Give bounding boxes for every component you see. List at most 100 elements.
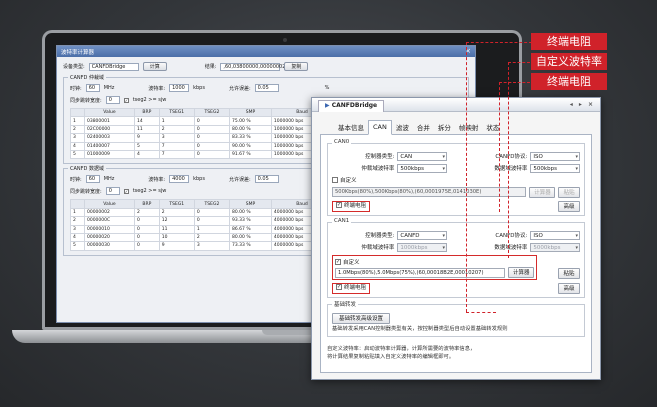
sjw-input-2[interactable]: 0: [105, 187, 120, 196]
baud-input-2[interactable]: 4000: [169, 175, 190, 184]
can0-calc-button[interactable]: 计算器: [529, 186, 556, 198]
tseg-checkbox-2[interactable]: ✓: [123, 188, 129, 194]
can1-calc-button[interactable]: 计算器: [508, 267, 534, 278]
chevron-down-icon: ▾: [442, 232, 446, 239]
window-controls-icon[interactable]: ◂ ▸ ×: [570, 101, 595, 108]
tolerance-input[interactable]: 0.05: [254, 84, 279, 92]
can0-custom-input[interactable]: 500Kbps(80%),500Kbps(80%),(60,0001975E,0…: [332, 187, 527, 197]
can0-advanced-button[interactable]: 高级: [558, 200, 580, 212]
table-cell: 80.00 %: [229, 232, 272, 243]
tab-0[interactable]: 基本信息: [334, 120, 368, 134]
can0-proto-select[interactable]: ISO ▾: [530, 151, 580, 161]
mhz-unit: MHz: [103, 85, 115, 91]
tab-1[interactable]: CAN: [368, 120, 392, 135]
tolerance-input-2[interactable]: 0.05: [254, 175, 279, 184]
clock-label: 时钟:: [70, 85, 82, 92]
table-header-cell[interactable]: TSEG2: [193, 107, 231, 118]
chevron-down-icon: ▾: [442, 153, 446, 160]
tab-2[interactable]: 滤波: [392, 120, 413, 134]
table-cell: 4: [133, 149, 160, 160]
tab-4[interactable]: 拆分: [434, 120, 455, 134]
chevron-down-icon: ▾: [442, 165, 446, 172]
sjw-label-2: 同步跳转宽度:: [70, 188, 102, 195]
table-cell: 14: [133, 116, 160, 126]
can0-term-checkbox[interactable]: ✓: [336, 202, 342, 208]
kbps-unit-2: kbps: [193, 176, 205, 183]
can0-term-resistor[interactable]: ✓ 终端电阻: [332, 200, 371, 212]
table-cell: 00000002: [83, 207, 135, 218]
can1-arb-baud-select[interactable]: 1000kbps ▾: [397, 242, 448, 252]
can0-arb-baud-select[interactable]: 500kbps ▾: [397, 163, 448, 173]
table-cell: 0: [193, 116, 231, 126]
tseg-checkbox[interactable]: ✓: [123, 97, 129, 103]
tab-5[interactable]: 帧映射: [455, 120, 483, 134]
can0-term-label: 终端电阻: [344, 202, 367, 209]
percent-unit: %: [324, 85, 330, 91]
table-cell: 0: [133, 241, 160, 251]
table-cell: 0000000C: [83, 216, 135, 226]
table-header-cell[interactable]: TSEG2: [193, 199, 231, 209]
can1-data-baud-select[interactable]: 5000kbps ▾: [530, 242, 580, 252]
kbps-unit: kbps: [193, 85, 205, 91]
table-header-cell[interactable]: BRP: [133, 107, 160, 118]
table-cell: 01400007: [83, 141, 135, 151]
can1-term-resistor[interactable]: ✓ 终端电阻: [332, 282, 371, 294]
table-header-cell[interactable]: TSEG1: [158, 107, 195, 118]
chevron-down-icon: ▾: [575, 153, 578, 160]
bridge-title: CANFDBridge: [331, 102, 378, 109]
callout-custom-baud: 自定义波特率: [531, 53, 607, 70]
leader-line-1-v: [466, 42, 467, 312]
table-header-cell[interactable]: SMP: [229, 199, 272, 209]
device-type-select[interactable]: CANFDBridge: [88, 62, 139, 71]
can1-custom-checkbox[interactable]: ✓: [335, 259, 341, 265]
bridge-doc-tab[interactable]: ▶ CANFDBridge: [318, 100, 385, 112]
result-field[interactable]: ,60,03800000,00000002): [220, 62, 287, 71]
can1-group: CAN1 控制器类型: CANFD ▾ CANFD协议: ISO ▾ 仲裁域波特率 …: [327, 218, 585, 298]
table-cell: 0: [133, 232, 160, 243]
table-cell: 2: [158, 207, 195, 218]
can1-paste-button[interactable]: 粘贴: [558, 268, 580, 279]
can1-proto-select[interactable]: ISO ▾: [530, 230, 580, 240]
tolerance-label-2: 允许误差:: [228, 176, 251, 183]
table-cell: 12: [158, 216, 195, 226]
can0-ctrl-type-select[interactable]: CAN ▾: [397, 151, 448, 161]
device-row: 设备类型: CANFDBridge 计算 结果: ,60,03800000,00…: [57, 60, 475, 73]
can1-advanced-button[interactable]: 高级: [558, 282, 580, 294]
tab-3[interactable]: 合并: [413, 120, 434, 134]
sjw-input[interactable]: 0: [105, 96, 120, 104]
table-cell: 83.33 %: [229, 133, 272, 143]
tab-bar: 基本信息 CAN 滤波 合并 拆分 帧映射 状态: [320, 112, 592, 135]
can0-data-baud-select[interactable]: 500kbps ▾: [530, 163, 580, 173]
can1-term-checkbox[interactable]: ✓: [336, 284, 342, 290]
table-cell: 90.00 %: [229, 141, 272, 151]
relay-advanced-button[interactable]: 基础转发高级设置: [332, 312, 391, 324]
table-cell: 1: [193, 224, 231, 234]
table-header-cell[interactable]: TSEG1: [158, 199, 195, 209]
can1-term-label: 终端电阻: [344, 284, 367, 291]
can0-paste-button[interactable]: 粘贴: [558, 186, 580, 198]
can0-caption: CAN0: [332, 139, 352, 145]
relay-group: 基础转发 基础转发高级设置 基础转发采用CAN控制器类型有关，按控制器类型后自动…: [327, 300, 585, 337]
copy-button[interactable]: 复制: [284, 62, 309, 71]
can0-custom-checkbox[interactable]: [332, 177, 338, 183]
table-cell: 73.33 %: [229, 241, 272, 251]
clock-input[interactable]: 60: [85, 84, 100, 92]
table-cell: 10: [158, 232, 195, 243]
table-cell: 02400003: [83, 133, 135, 143]
table-header-cell[interactable]: SMP: [229, 107, 272, 118]
baud-input[interactable]: 1000: [169, 84, 190, 92]
table-header-cell[interactable]: Value: [83, 107, 135, 118]
table-cell: 1: [70, 116, 85, 126]
can0-custom-label: 自定义: [340, 178, 357, 184]
table-header-cell[interactable]: BRP: [133, 199, 160, 209]
can0-data-baud-label: 数据域波特率: [494, 166, 528, 172]
can-panel: CAN0 控制器类型: CAN ▾ CANFD协议: ISO ▾ 仲裁域波特率 50…: [320, 135, 592, 373]
can1-custom-input[interactable]: 1.0Mbps(80%),5.0Mbps(75%),(60,00018B2E,0…: [335, 267, 505, 278]
tab-6[interactable]: 状态: [482, 120, 503, 134]
clock-input-2[interactable]: 60: [85, 175, 100, 184]
table-header-cell[interactable]: Value: [83, 199, 135, 209]
mhz-unit-2: MHz: [103, 176, 115, 183]
calc-button[interactable]: 计算: [142, 62, 167, 71]
table-cell: 1: [70, 207, 85, 218]
can1-ctrl-type-select[interactable]: CANFD ▾: [397, 230, 448, 240]
